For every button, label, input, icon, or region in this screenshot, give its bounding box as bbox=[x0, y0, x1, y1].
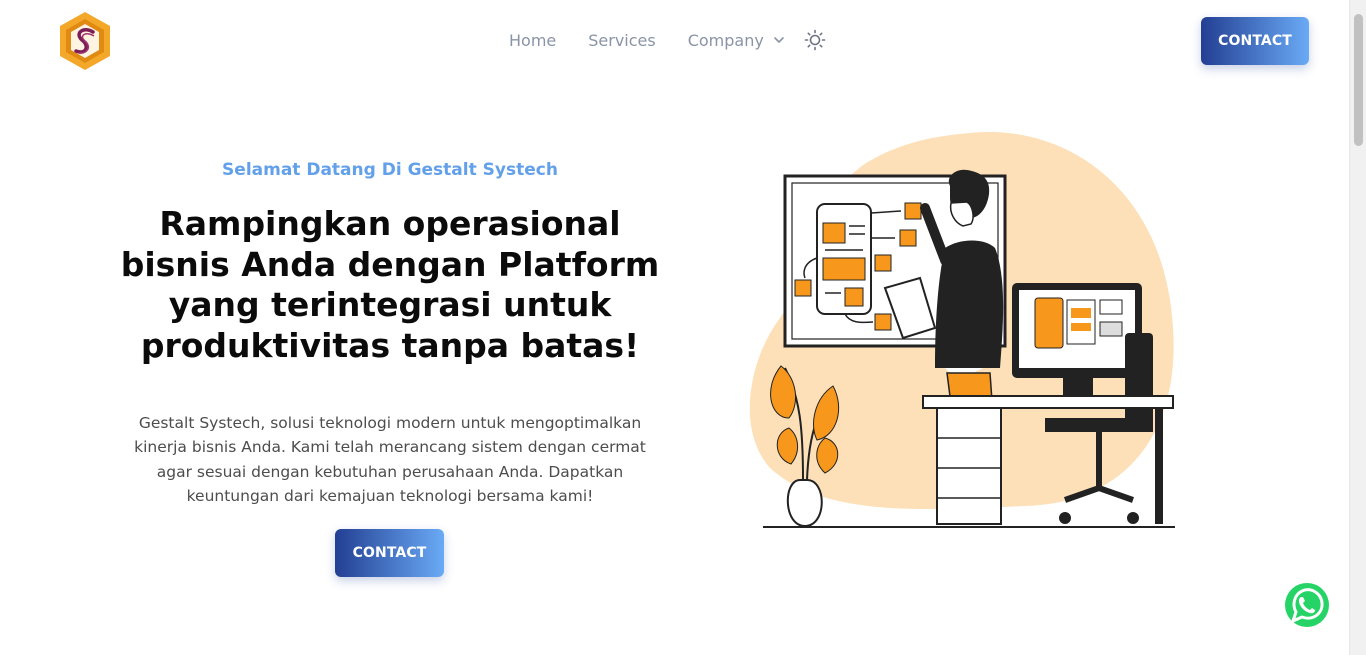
gestalt-systech-logo[interactable] bbox=[58, 11, 112, 71]
main-nav: Home Services Company bbox=[509, 28, 826, 52]
hero-contact-button[interactable]: CONTACT bbox=[335, 529, 444, 577]
scrollbar-thumb[interactable] bbox=[1354, 14, 1363, 146]
hero-description: Gestalt Systech, solusi teknologi modern… bbox=[134, 414, 646, 505]
whatsapp-icon[interactable] bbox=[1283, 581, 1331, 629]
page-scrollbar[interactable] bbox=[1349, 0, 1366, 655]
header-contact-button[interactable]: CONTACT bbox=[1201, 17, 1309, 65]
nav-home[interactable]: Home bbox=[509, 31, 556, 50]
person-planning-illustration bbox=[749, 132, 1175, 528]
hero-tagline: Selamat Datang Di Gestalt Systech bbox=[222, 160, 558, 180]
nav-company[interactable]: Company bbox=[688, 31, 764, 50]
nav-services[interactable]: Services bbox=[588, 31, 655, 50]
site-header: Home Services Company CONTACT bbox=[0, 0, 1349, 82]
hero-headline: Rampingkan operasional bisnis Anda denga… bbox=[120, 204, 660, 365]
sun-icon[interactable] bbox=[804, 29, 826, 51]
hero-section: Selamat Datang Di Gestalt Systech Rampin… bbox=[110, 150, 670, 577]
chevron-down-icon[interactable] bbox=[772, 33, 786, 47]
